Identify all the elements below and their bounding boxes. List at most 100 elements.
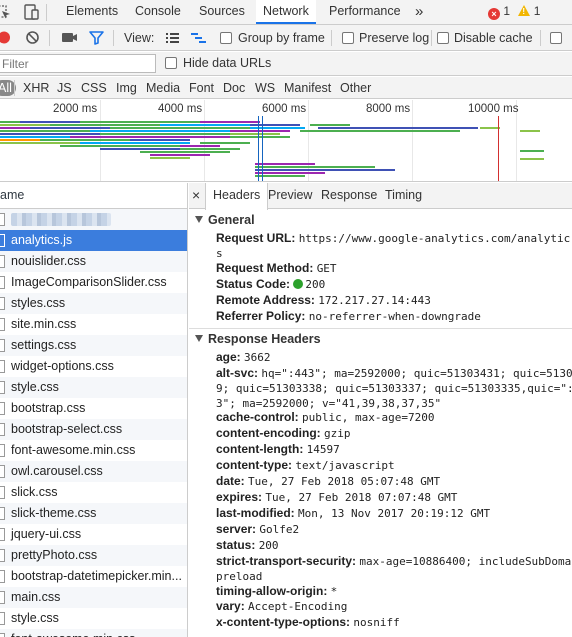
header-key: Request URL: (216, 231, 296, 245)
preserve-log-checkbox[interactable] (342, 32, 354, 44)
request-row[interactable]: bootstrap-datetimepicker.min... (0, 566, 187, 587)
offline-checkbox[interactable] (550, 32, 562, 44)
name-column-header[interactable]: ame (0, 183, 187, 209)
type-filter-xhr[interactable]: XHR (23, 81, 49, 95)
header-value: 3"; ma=2592000; v="41,39,38,37,35" (216, 397, 442, 410)
request-row[interactable]: style.css (0, 377, 187, 398)
request-bar (255, 163, 315, 165)
request-bar (255, 169, 395, 171)
request-row[interactable]: site.min.css (0, 314, 187, 335)
device-toolbar-icon[interactable] (22, 3, 40, 21)
filter-funnel-icon[interactable] (88, 29, 105, 46)
type-filter-other[interactable]: Other (340, 81, 371, 95)
type-filter-media[interactable]: Media (146, 81, 180, 95)
response-headers-section-header[interactable]: Response Headers (195, 332, 321, 346)
request-filename: widget-options.css (11, 359, 114, 373)
type-filter-ws[interactable]: WS (255, 81, 275, 95)
general-section-header[interactable]: General (195, 213, 255, 227)
request-row[interactable]: font-awesome.min.css (0, 629, 187, 637)
header-key: cache-control: (216, 410, 299, 424)
request-row[interactable]: styles.css (0, 293, 187, 314)
file-icon (0, 234, 5, 247)
request-filename: jquery-ui.css (11, 527, 82, 541)
file-icon (0, 255, 5, 268)
request-bar (80, 121, 200, 123)
tab-network[interactable]: Network (256, 0, 316, 24)
disable-cache-label: Disable cache (454, 31, 533, 45)
request-bar (140, 151, 230, 153)
header-value: Accept-Encoding (248, 600, 348, 613)
tab-sources[interactable]: Sources (199, 0, 245, 24)
filter-input[interactable] (0, 54, 156, 73)
type-filter-css[interactable]: CSS (81, 81, 107, 95)
request-row[interactable]: settings.css (0, 335, 187, 356)
tab-response[interactable]: Response (321, 183, 377, 209)
request-filename: bootstrap.css (11, 401, 86, 415)
header-value: https://www.google-analytics.com/analyti… (298, 232, 571, 245)
waterfall-overview-icon[interactable] (190, 29, 207, 46)
type-filter-font[interactable]: Font (189, 81, 214, 95)
clear-icon[interactable] (24, 29, 41, 46)
request-filename: owl.carousel.css (11, 464, 103, 478)
file-icon (0, 360, 5, 373)
type-filter-js[interactable]: JS (57, 81, 72, 95)
type-filter-manifest[interactable]: Manifest (284, 81, 331, 95)
close-details-icon[interactable]: × (192, 183, 200, 209)
view-label: View: (124, 31, 155, 45)
header-value: no-referrer-when-downgrade (308, 310, 481, 323)
group-by-frame-checkbox[interactable] (220, 32, 232, 44)
request-row[interactable]: slick.css (0, 482, 187, 503)
header-key: Referrer Policy: (216, 309, 306, 323)
tab-preview[interactable]: Preview (268, 183, 312, 209)
header-value: 200 (258, 539, 279, 552)
request-row[interactable]: style.css (0, 608, 187, 629)
tab-headers[interactable]: Headers (205, 183, 269, 210)
disable-cache-checkbox[interactable] (437, 32, 449, 44)
request-row[interactable]: main.css (0, 587, 187, 608)
error-warning-counter[interactable]: × 1 ! 1 (488, 4, 540, 20)
hide-data-urls-label: Hide data URLs (183, 56, 272, 70)
tab-console[interactable]: Console (135, 0, 181, 24)
tab-elements[interactable]: Elements (66, 0, 118, 24)
request-row[interactable]: font-awesome.min.css (0, 440, 187, 461)
request-bar (100, 133, 230, 135)
request-filename: ImageComparisonSlider.css (11, 275, 167, 289)
request-filename: nouislider.css (11, 254, 87, 268)
header-key: last-modified: (216, 506, 295, 520)
request-row[interactable]: owl.carousel.css (0, 461, 187, 482)
request-filename: font-awesome.min.css (11, 629, 135, 637)
hide-data-urls-checkbox[interactable] (165, 57, 177, 69)
request-row[interactable] (0, 209, 187, 230)
type-filter-doc[interactable]: Doc (223, 81, 245, 95)
header-key: content-encoding: (216, 426, 321, 440)
request-bar (300, 130, 460, 132)
type-filter-img[interactable]: Img (116, 81, 137, 95)
request-row[interactable]: bootstrap.css (0, 398, 187, 419)
request-row[interactable]: ImageComparisonSlider.css (0, 272, 187, 293)
request-details-pane: × Headers Preview Response Timing Genera… (189, 183, 572, 637)
request-filename: bootstrap-select.css (11, 422, 123, 436)
request-row[interactable]: slick-theme.css (0, 503, 187, 524)
more-tabs-chevron-icon[interactable]: » (415, 0, 423, 24)
request-row[interactable]: prettyPhoto.css (0, 545, 187, 566)
request-row[interactable]: jquery-ui.css (0, 524, 187, 545)
request-bar (160, 124, 250, 126)
event-marker-line (258, 116, 259, 181)
screenshot-camera-icon[interactable] (61, 29, 78, 46)
header-key: status: (216, 538, 256, 552)
record-icon[interactable] (0, 29, 14, 46)
header-key: date: (216, 474, 245, 488)
large-rows-list-icon[interactable] (164, 29, 181, 46)
request-bar (255, 166, 375, 168)
inspect-element-icon[interactable] (0, 3, 12, 21)
tab-timing[interactable]: Timing (385, 183, 422, 209)
tab-performance[interactable]: Performance (329, 0, 401, 24)
request-row[interactable]: nouislider.css (0, 251, 187, 272)
network-overview-timeline[interactable]: 2000 ms 4000 ms 6000 ms 8000 ms 10000 ms (0, 100, 572, 182)
devtools-tab-bar: Elements Console Sources Network Perform… (0, 0, 572, 25)
request-row[interactable]: analytics.js (0, 230, 187, 251)
request-row[interactable]: bootstrap-select.css (0, 419, 187, 440)
header-key: alt-svc: (216, 366, 259, 380)
request-row[interactable]: widget-options.css (0, 356, 187, 377)
header-key: x-content-type-options: (216, 615, 350, 629)
